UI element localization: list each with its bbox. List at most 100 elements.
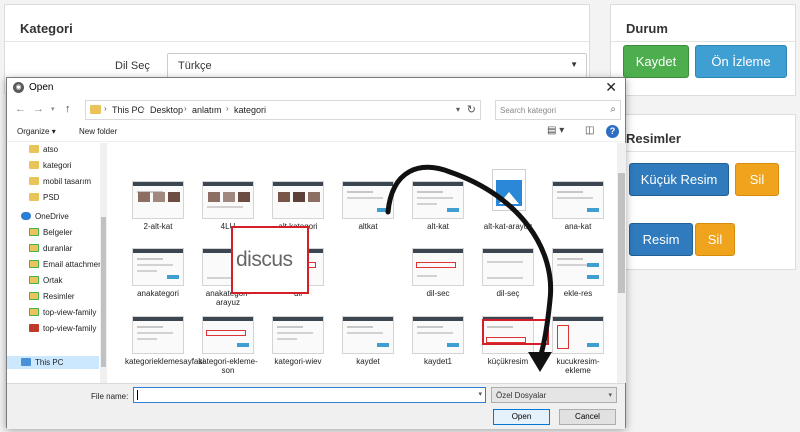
file-name: kucukresim-ekleme xyxy=(556,357,600,375)
image-button[interactable]: Resim xyxy=(629,223,693,256)
command-bar: Organize ▾ New folder ▤ ▾ ◫ ? xyxy=(7,122,625,142)
synced-folder-icon xyxy=(29,244,39,252)
file-item[interactable]: kategori-ekleme-son xyxy=(195,316,261,383)
nav-item-top-view-family-1[interactable]: top-view-family xyxy=(29,308,96,317)
file-item[interactable]: kategori-wiev xyxy=(265,316,331,383)
up-arrow-icon[interactable]: ↑ xyxy=(65,103,71,115)
chevron-down-icon: ▾ xyxy=(608,392,612,399)
durum-title: Durum xyxy=(626,21,668,36)
breadcrumb-kategori[interactable]: kategori xyxy=(234,105,266,115)
nav-label: Resimler xyxy=(43,292,75,301)
file-name: anakategori xyxy=(137,289,179,298)
scroll-thumb[interactable] xyxy=(101,217,106,367)
file-item[interactable]: kategorieklemesayfasi xyxy=(125,316,204,383)
preview-pane-icon[interactable]: ◫ xyxy=(585,125,594,136)
content-scrollbar[interactable] xyxy=(617,143,626,383)
thumbnail xyxy=(482,248,534,286)
nav-label: Email attachmer xyxy=(43,260,101,269)
chevron-down-icon[interactable]: ▾ xyxy=(456,105,460,114)
recent-dropdown-icon[interactable]: ▾ xyxy=(51,105,55,113)
refresh-icon[interactable]: ↻ xyxy=(467,103,476,116)
nav-item-resimler[interactable]: Resimler xyxy=(29,292,75,301)
file-item[interactable]: anakategori xyxy=(125,248,191,318)
file-item[interactable]: altkat xyxy=(335,181,401,251)
view-options-icon[interactable]: ▤ ▾ xyxy=(547,125,564,136)
save-button[interactable]: Kaydet xyxy=(623,45,689,78)
file-item[interactable]: dil-sec xyxy=(405,248,471,318)
nav-item-email-attachments[interactable]: Email attachmer xyxy=(29,260,101,269)
image-delete-button[interactable]: Sil xyxy=(695,223,735,256)
thumbnail xyxy=(132,316,184,354)
nav-item-onedrive[interactable]: OneDrive xyxy=(21,212,69,221)
nav-item-mobil-tasarim[interactable]: mobil tasarım xyxy=(29,177,91,186)
nav-item-kategori[interactable]: kategori xyxy=(29,161,71,170)
nav-label: kategori xyxy=(43,161,72,170)
dialog-titlebar: ◉ Open ✕ xyxy=(7,78,625,98)
thumbnail xyxy=(132,181,184,219)
file-item[interactable]: ana-kat xyxy=(545,181,611,251)
thumbnail xyxy=(342,181,394,219)
file-item[interactable]: 2-alt-kat xyxy=(125,181,191,251)
forward-arrow-icon[interactable]: → xyxy=(33,103,44,115)
nav-label: OneDrive xyxy=(35,212,69,221)
discus-logo-text: discus xyxy=(236,248,293,271)
file-name: alt-kat xyxy=(427,222,449,231)
breadcrumb[interactable]: › This PC › Desktop › anlatım › kategori… xyxy=(85,100,481,120)
file-name: alt-kat-arayuz xyxy=(483,222,533,231)
file-name: küçükresim xyxy=(487,357,529,366)
resimler-panel: Resimler Küçük Resim Sil Resim Sil xyxy=(610,114,796,270)
small-image-button[interactable]: Küçük Resim xyxy=(629,163,729,196)
file-item[interactable]: dil-seç xyxy=(475,248,541,318)
thumbnail xyxy=(552,316,604,354)
folder-icon xyxy=(29,177,39,185)
file-item[interactable]: kucukresim-ekleme xyxy=(545,316,611,383)
divider xyxy=(5,41,589,42)
file-item[interactable]: ekle-res xyxy=(545,248,611,318)
close-icon[interactable]: ✕ xyxy=(605,79,617,96)
breadcrumb-anlatim[interactable]: anlatım xyxy=(192,105,222,115)
dialog-title: Open xyxy=(29,82,54,93)
kategori-title: Kategori xyxy=(20,21,73,36)
back-arrow-icon[interactable]: ← xyxy=(15,103,26,115)
navigation-pane: atso kategori mobil tasarım PSD OneDrive… xyxy=(7,143,107,383)
breadcrumb-this-pc[interactable]: This PC xyxy=(112,105,144,115)
nav-item-duranlar[interactable]: duranlar xyxy=(29,244,72,253)
file-type-select[interactable]: Özel Dosyalar ▾ xyxy=(491,387,617,403)
small-image-delete-button[interactable]: Sil xyxy=(735,163,779,196)
nav-item-belgeler[interactable]: Belgeler xyxy=(29,228,72,237)
nav-item-atso[interactable]: atso xyxy=(29,145,58,154)
thumbnail xyxy=(552,248,604,286)
preview-button[interactable]: Ön İzleme xyxy=(695,45,787,78)
thumbnail xyxy=(202,181,254,219)
file-item[interactable]: alt-kat xyxy=(405,181,471,251)
search-icon: ⌕ xyxy=(610,104,616,115)
organize-menu[interactable]: Organize ▾ xyxy=(17,127,56,136)
nav-label: mobil tasarım xyxy=(43,177,92,186)
synced-folder-icon xyxy=(29,260,39,268)
file-item[interactable]: kaydet1 xyxy=(405,316,471,383)
thumbnail xyxy=(202,316,254,354)
chevron-down-icon[interactable]: ▾ xyxy=(478,390,482,398)
image-file-icon xyxy=(29,324,39,332)
thumbnail xyxy=(272,316,324,354)
nav-item-this-pc[interactable]: This PC xyxy=(21,358,63,367)
cloud-icon xyxy=(21,212,31,220)
nav-item-psd[interactable]: PSD xyxy=(29,193,59,202)
text-cursor xyxy=(137,390,138,400)
search-input[interactable]: Search kategori ⌕ xyxy=(495,100,621,120)
file-item[interactable]: alt-kat-arayuz xyxy=(475,169,541,251)
dil-select[interactable]: Türkçe ▼ xyxy=(167,53,587,79)
nav-scrollbar[interactable] xyxy=(100,143,107,383)
nav-item-top-view-family-2[interactable]: top-view-family xyxy=(29,324,96,333)
help-icon[interactable]: ? xyxy=(606,125,619,138)
file-name: kaydet xyxy=(356,357,380,366)
nav-item-ortak[interactable]: Ortak xyxy=(29,276,63,285)
cancel-button[interactable]: Cancel xyxy=(559,409,616,425)
file-item[interactable]: kaydet xyxy=(335,316,401,383)
new-folder-button[interactable]: New folder xyxy=(79,127,117,136)
breadcrumb-desktop[interactable]: Desktop xyxy=(150,105,183,115)
file-name-input[interactable]: ▾ xyxy=(133,387,486,403)
scroll-thumb[interactable] xyxy=(618,173,625,293)
open-button[interactable]: Open xyxy=(493,409,550,425)
chevron-down-icon: ▼ xyxy=(570,60,578,69)
